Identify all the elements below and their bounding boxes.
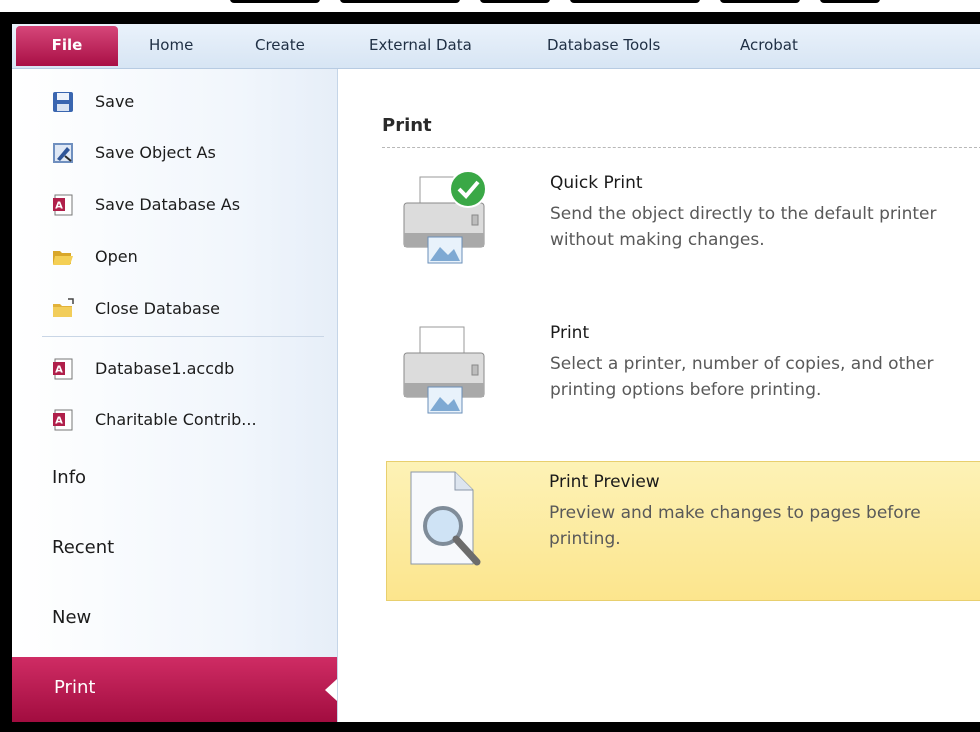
top-edge	[0, 0, 980, 12]
quick-print-title: Quick Print	[550, 173, 643, 193]
nav-print[interactable]: Print	[12, 657, 337, 722]
save-database-as-label: Save Database As	[95, 195, 241, 214]
access-database-icon: A	[53, 409, 73, 431]
access-database-icon: A	[53, 194, 73, 216]
print-pane: Print Quick Print Send the object direct…	[338, 69, 980, 722]
recent-file-label: Charitable Contrib...	[95, 410, 257, 429]
print-preview-title: Print Preview	[549, 472, 660, 492]
nav-print-label: Print	[54, 677, 96, 698]
quick-print-desc: Send the object directly to the default …	[550, 204, 937, 250]
print-option[interactable]: Print Select a printer, number of copies…	[388, 313, 980, 451]
access-window: File Home Create External Data Database …	[12, 24, 980, 722]
svg-text:A: A	[55, 416, 63, 427]
save-icon	[53, 92, 73, 112]
tab-file[interactable]: File	[16, 26, 118, 66]
print-preview-option[interactable]: Print Preview Preview and make changes t…	[386, 461, 980, 601]
print-preview-icon	[410, 471, 481, 566]
tab-create[interactable]: Create	[255, 24, 305, 68]
ribbon-tab-bar: File Home Create External Data Database …	[12, 24, 980, 69]
divider	[42, 336, 324, 337]
print-preview-desc: Preview and make changes to pages before…	[549, 503, 921, 549]
access-database-icon: A	[53, 358, 73, 380]
nav-recent[interactable]: Recent	[52, 537, 114, 558]
backstage-menu: Save Save Object As A Save Database As O…	[12, 69, 338, 722]
active-pointer	[325, 679, 337, 701]
section-title: Print	[382, 115, 432, 136]
printer-icon	[403, 326, 485, 414]
print-desc: Select a printer, number of copies, and …	[550, 354, 934, 400]
quick-print-icon	[403, 170, 487, 264]
save-object-as-label: Save Object As	[95, 143, 216, 162]
save-label: Save	[95, 92, 135, 111]
nav-new[interactable]: New	[52, 607, 91, 628]
nav-info[interactable]: Info	[52, 467, 86, 488]
recent-file-label: Database1.accdb	[95, 359, 235, 378]
tab-home[interactable]: Home	[149, 24, 193, 68]
close-database-label: Close Database	[95, 299, 221, 318]
tab-acrobat[interactable]: Acrobat	[740, 24, 798, 68]
svg-text:A: A	[55, 201, 63, 212]
tab-external-data[interactable]: External Data	[369, 24, 472, 68]
print-title: Print	[550, 323, 590, 343]
open-label: Open	[95, 247, 138, 266]
section-divider	[382, 147, 980, 148]
tab-database-tools[interactable]: Database Tools	[547, 24, 660, 68]
quick-print-option[interactable]: Quick Print Send the object directly to …	[388, 163, 980, 301]
save-object-as-icon	[53, 143, 73, 163]
open-folder-icon	[53, 251, 73, 265]
close-database-folder-icon	[53, 298, 74, 317]
svg-text:A: A	[55, 365, 63, 376]
